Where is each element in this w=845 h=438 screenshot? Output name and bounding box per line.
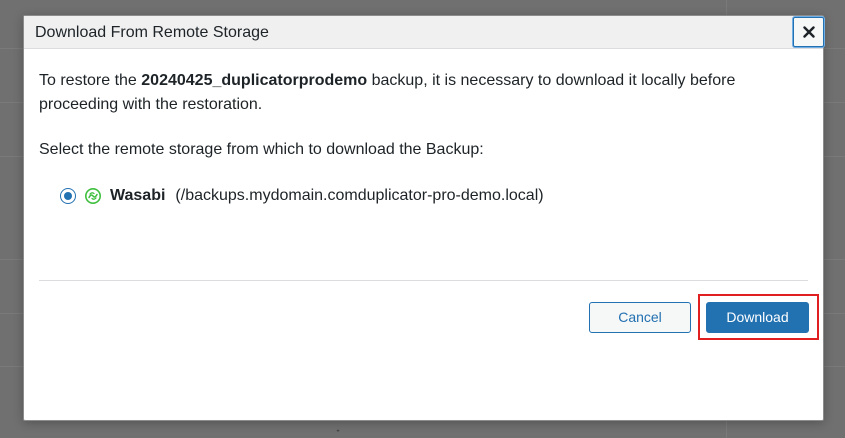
download-remote-storage-dialog: Download From Remote Storage To restore … [23, 15, 824, 421]
dialog-header: Download From Remote Storage [24, 16, 824, 49]
wasabi-icon [85, 188, 101, 204]
dialog-title: Download From Remote Storage [35, 24, 269, 41]
close-icon [802, 26, 815, 38]
storage-radio-wasabi[interactable] [60, 188, 76, 204]
storage-option-wasabi[interactable]: Wasabi (/backups.mydomain.comduplicator-… [60, 184, 620, 208]
footer-separator [39, 280, 808, 281]
intro-prefix: To restore the [39, 72, 142, 89]
backup-name: 20240425_duplicatorprodemo [141, 72, 368, 89]
radio-selected-dot [64, 192, 72, 200]
download-button[interactable]: Download [706, 302, 809, 333]
storage-name: Wasabi [110, 187, 166, 204]
select-storage-prompt: Select the remote storage from which to … [39, 141, 484, 158]
close-button[interactable] [793, 17, 824, 47]
cancel-button[interactable]: Cancel [589, 302, 691, 333]
storage-path: (/backups.mydomain.comduplicator-pro-dem… [175, 187, 544, 204]
restore-intro-text: To restore the 20240425_duplicatorprodem… [39, 69, 809, 117]
backdrop-cursor-mark: ᐩ [336, 428, 340, 438]
